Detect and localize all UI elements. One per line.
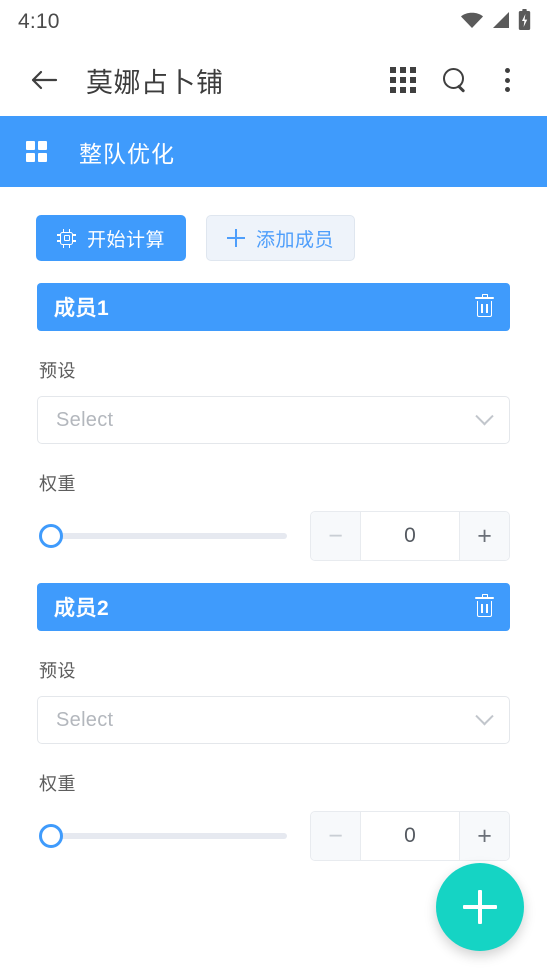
more-vertical-icon bbox=[504, 68, 510, 92]
section-title: 整队优化 bbox=[79, 140, 175, 167]
slider-thumb[interactable] bbox=[39, 524, 63, 548]
search-button[interactable] bbox=[429, 56, 481, 104]
slider-thumb[interactable] bbox=[39, 824, 63, 848]
wifi-icon bbox=[460, 11, 484, 34]
weight-slider[interactable] bbox=[39, 824, 287, 848]
chevron-down-icon bbox=[475, 706, 494, 725]
preset-label: 预设 bbox=[39, 661, 76, 681]
cpu-chip-icon bbox=[57, 228, 76, 248]
status-bar: 4:10 bbox=[0, 0, 547, 44]
member-card: 成员2 预设 Select 权重 − 0 + bbox=[0, 583, 547, 861]
preset-select-value: Select bbox=[56, 708, 114, 731]
chevron-down-icon bbox=[475, 406, 494, 425]
app-screen: 4:10 莫娜占卜铺 整队优化 开始计算 添加成员 成员1 预设 Select … bbox=[0, 0, 547, 974]
member-header: 成员1 bbox=[37, 283, 510, 331]
slider-track bbox=[50, 833, 287, 839]
page-title: 莫娜占卜铺 bbox=[86, 67, 224, 98]
weight-decrement-button[interactable]: − bbox=[311, 512, 361, 560]
cellular-signal-icon bbox=[491, 11, 511, 34]
weight-decrement-button[interactable]: − bbox=[311, 812, 361, 860]
search-icon bbox=[442, 67, 468, 93]
member-header: 成员2 bbox=[37, 583, 510, 631]
apps-grid-icon bbox=[390, 67, 416, 93]
trash-icon[interactable] bbox=[475, 293, 494, 318]
preset-select[interactable]: Select bbox=[37, 396, 510, 444]
member-card: 成员1 预设 Select 权重 − 0 + bbox=[0, 283, 547, 561]
slider-track bbox=[50, 533, 287, 539]
app-toolbar: 莫娜占卜铺 bbox=[0, 44, 547, 116]
section-header: 整队优化 bbox=[0, 116, 547, 187]
weight-row: − 0 + bbox=[37, 811, 510, 861]
weight-label: 权重 bbox=[39, 474, 76, 494]
plus-icon bbox=[227, 229, 246, 247]
main-content: 开始计算 添加成员 成员1 预设 Select 权重 − 0 + 成员2 预设 … bbox=[0, 187, 547, 861]
back-button[interactable] bbox=[22, 58, 66, 102]
preset-select[interactable]: Select bbox=[37, 696, 510, 744]
weight-label: 权重 bbox=[39, 774, 76, 794]
plus-icon bbox=[463, 890, 497, 924]
trash-icon[interactable] bbox=[475, 593, 494, 618]
weight-increment-button[interactable]: + bbox=[459, 512, 509, 560]
apps-grid-button[interactable] bbox=[377, 56, 429, 104]
start-calculation-button[interactable]: 开始计算 bbox=[36, 215, 187, 261]
preset-select-value: Select bbox=[56, 408, 114, 431]
member-name: 成员2 bbox=[54, 597, 110, 620]
arrow-left-icon bbox=[31, 70, 58, 90]
status-time: 4:10 bbox=[18, 10, 60, 33]
add-member-label: 添加成员 bbox=[256, 229, 335, 251]
battery-charging-icon bbox=[518, 8, 531, 36]
weight-stepper: − 0 + bbox=[310, 511, 510, 561]
floating-action-button[interactable] bbox=[436, 863, 524, 951]
weight-row: − 0 + bbox=[37, 511, 510, 561]
weight-increment-button[interactable]: + bbox=[459, 812, 509, 860]
start-calculation-label: 开始计算 bbox=[87, 229, 166, 251]
weight-stepper: − 0 + bbox=[310, 811, 510, 861]
member-name: 成员1 bbox=[54, 297, 110, 320]
grid-2x2-icon bbox=[26, 141, 47, 162]
overflow-menu-button[interactable] bbox=[481, 56, 533, 104]
action-button-row: 开始计算 添加成员 bbox=[0, 187, 547, 261]
weight-value[interactable]: 0 bbox=[361, 812, 459, 860]
add-member-button[interactable]: 添加成员 bbox=[206, 215, 356, 261]
weight-slider[interactable] bbox=[39, 524, 287, 548]
preset-label: 预设 bbox=[39, 361, 76, 381]
weight-value[interactable]: 0 bbox=[361, 512, 459, 560]
status-icons bbox=[460, 8, 531, 36]
